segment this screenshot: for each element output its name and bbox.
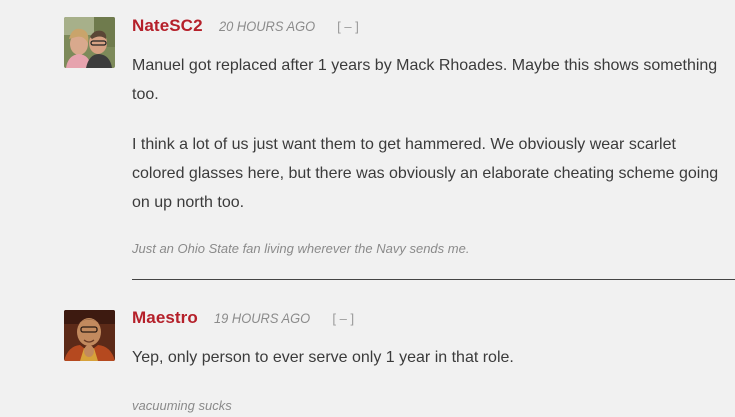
comment-body: Yep, only person to ever serve only 1 ye… (132, 343, 722, 372)
comment-paragraph: Yep, only person to ever serve only 1 ye… (132, 349, 514, 366)
comment-header: Maestro 19 HOURS AGO [ – ] (132, 308, 354, 332)
comment-divider (132, 279, 735, 280)
collapse-button[interactable]: [ – ] (337, 19, 359, 34)
username-link[interactable]: NateSC2 (132, 16, 203, 36)
comment-timestamp[interactable]: 20 HOURS AGO (219, 18, 315, 34)
user-signature: Just an Ohio State fan living wherever t… (132, 241, 470, 256)
user-photo-icon (64, 17, 115, 68)
user-signature: vacuuming sucks (132, 398, 232, 413)
username-link[interactable]: Maestro (132, 308, 198, 328)
comment-timestamp[interactable]: 19 HOURS AGO (214, 310, 310, 326)
user-photo-icon (64, 310, 115, 361)
collapse-button[interactable]: [ – ] (332, 311, 354, 326)
comment-body: Manuel got replaced after 1 years by Mac… (132, 51, 722, 217)
comment-paragraph: Manuel got replaced after 1 years by Mac… (132, 57, 718, 103)
comment-paragraph: I think a lot of us just want them to ge… (132, 136, 719, 211)
comment-header: NateSC2 20 HOURS AGO [ – ] (132, 16, 359, 40)
avatar[interactable] (64, 310, 115, 361)
avatar[interactable] (64, 17, 115, 68)
